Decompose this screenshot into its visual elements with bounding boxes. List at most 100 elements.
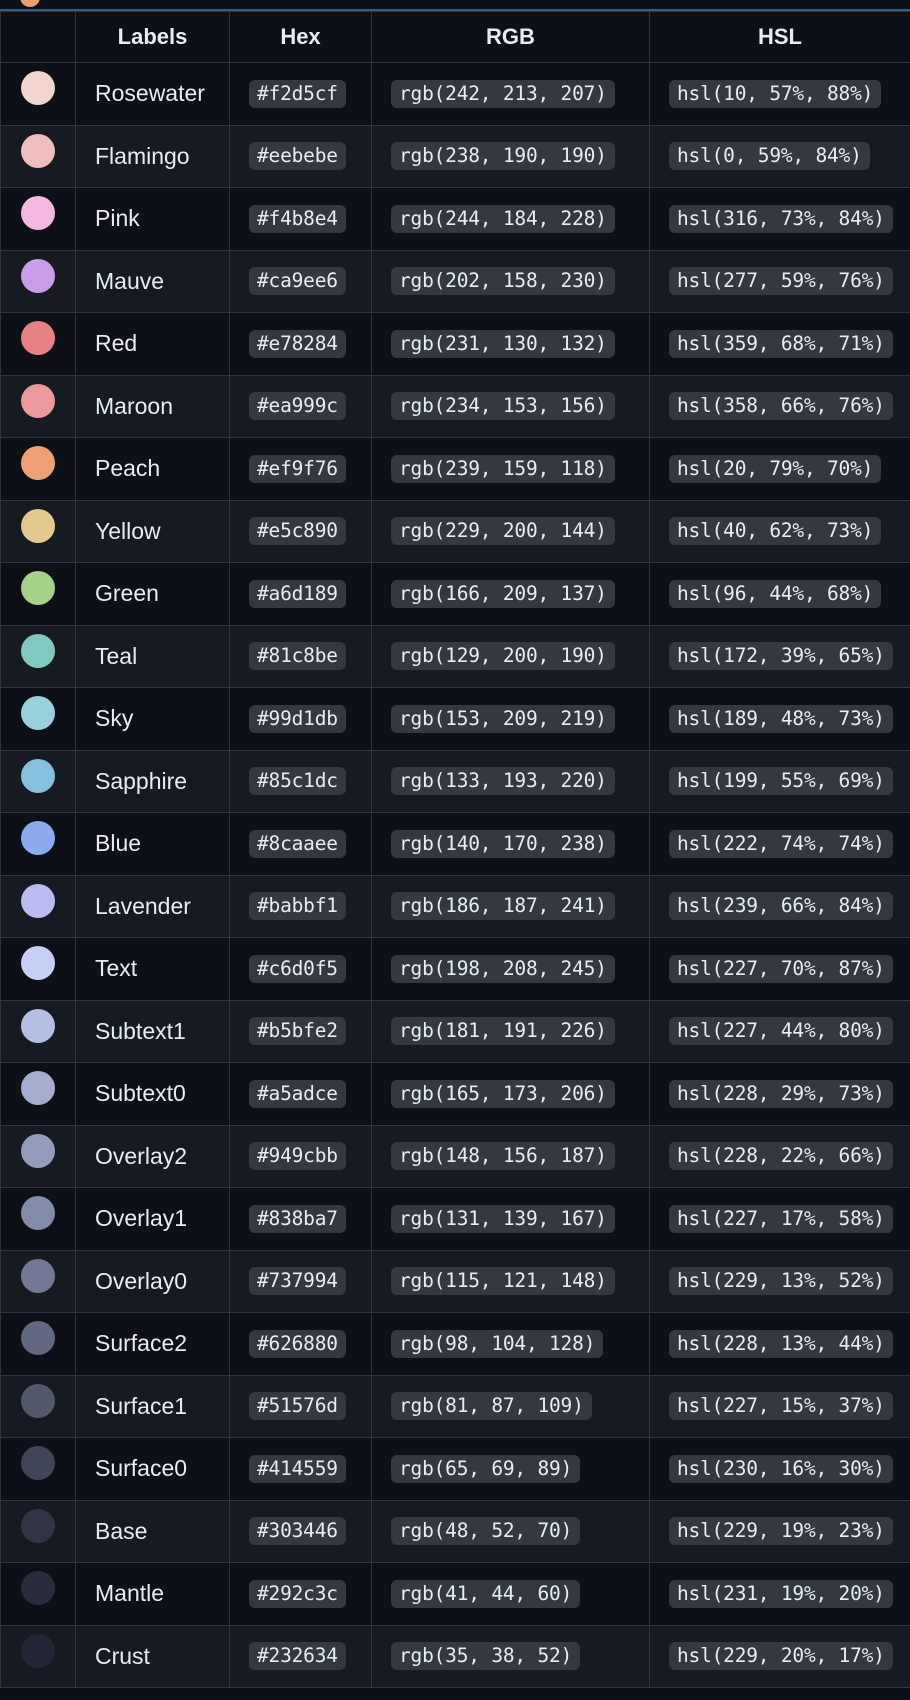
swatch-cell <box>0 687 76 751</box>
hsl-code: hsl(230, 16%, 30%) <box>669 1454 893 1483</box>
color-label: Green <box>75 562 230 626</box>
color-swatch-icon <box>21 383 55 418</box>
rgb-cell: rgb(239, 159, 118) <box>371 437 650 501</box>
rgb-cell: rgb(153, 209, 219) <box>371 687 650 751</box>
hsl-code: hsl(228, 29%, 73%) <box>669 1079 893 1108</box>
swatch-cell <box>0 999 76 1063</box>
hsl-cell: hsl(20, 79%, 70%) <box>649 437 910 501</box>
swatch-cell <box>0 562 76 626</box>
hsl-cell: hsl(231, 19%, 20%) <box>649 1562 910 1626</box>
rgb-code: rgb(129, 200, 190) <box>391 642 615 671</box>
hsl-cell: hsl(227, 70%, 87%) <box>649 937 910 1001</box>
hex-cell: #c6d0f5 <box>229 937 372 1001</box>
hsl-cell: hsl(229, 20%, 17%) <box>649 1624 910 1688</box>
swatch-cell <box>0 749 76 813</box>
hex-code: #a5adce <box>249 1079 346 1108</box>
color-swatch-icon <box>21 1633 55 1668</box>
color-swatch-icon <box>21 758 55 793</box>
swatch-cell <box>0 937 76 1001</box>
color-swatch-icon <box>21 1196 55 1231</box>
table-row: Base #303446 rgb(48, 52, 70) hsl(229, 19%, … <box>0 1499 910 1563</box>
hex-code: #f2d5cf <box>249 79 346 108</box>
hsl-code: hsl(228, 22%, 66%) <box>669 1142 893 1171</box>
hex-cell: #ca9ee6 <box>229 249 372 313</box>
color-swatch-icon <box>21 446 55 481</box>
hex-cell: #292c3c <box>229 1562 372 1626</box>
hsl-code: hsl(358, 66%, 76%) <box>669 392 893 421</box>
rgb-code: rgb(65, 69, 89) <box>391 1454 581 1483</box>
hex-cell: #f4b8e4 <box>229 187 372 251</box>
rgb-code: rgb(148, 156, 187) <box>391 1142 615 1171</box>
color-label: Pink <box>75 187 230 251</box>
hex-code: #f4b8e4 <box>249 204 346 233</box>
rgb-cell: rgb(48, 52, 70) <box>371 1499 650 1563</box>
swatch-cell <box>0 312 76 376</box>
swatch-cell <box>0 499 76 563</box>
swatch-cell <box>0 1312 76 1376</box>
rgb-cell: rgb(202, 158, 230) <box>371 249 650 313</box>
hsl-cell: hsl(229, 19%, 23%) <box>649 1499 910 1563</box>
hex-cell: #51576d <box>229 1374 372 1438</box>
hsl-cell: hsl(359, 68%, 71%) <box>649 312 910 376</box>
swatch-cell <box>0 1624 76 1688</box>
rgb-code: rgb(202, 158, 230) <box>391 267 615 296</box>
rgb-code: rgb(239, 159, 118) <box>391 454 615 483</box>
hex-cell: #99d1db <box>229 687 372 751</box>
rgb-code: rgb(231, 130, 132) <box>391 329 615 358</box>
hex-cell: #85c1dc <box>229 749 372 813</box>
table-body: Rosewater #f2d5cf rgb(242, 213, 207) hsl(10… <box>0 62 910 1688</box>
color-label: Crust <box>75 1624 230 1688</box>
rgb-code: rgb(181, 191, 226) <box>391 1017 615 1046</box>
rgb-code: rgb(166, 209, 137) <box>391 579 615 608</box>
color-label: Subtext1 <box>75 999 230 1063</box>
rgb-code: rgb(234, 153, 156) <box>391 392 615 421</box>
rgb-code: rgb(81, 87, 109) <box>391 1392 592 1421</box>
hsl-cell: hsl(227, 44%, 80%) <box>649 999 910 1063</box>
color-label: Rosewater <box>75 62 230 126</box>
rgb-code: rgb(186, 187, 241) <box>391 892 615 921</box>
rgb-code: rgb(153, 209, 219) <box>391 704 615 733</box>
hex-cell: #303446 <box>229 1499 372 1563</box>
hsl-cell: hsl(40, 62%, 73%) <box>649 499 910 563</box>
swatch-cell <box>0 812 76 876</box>
hsl-code: hsl(10, 57%, 88%) <box>669 79 882 108</box>
hex-cell: #e5c890 <box>229 499 372 563</box>
color-label: Overlay1 <box>75 1187 230 1251</box>
rgb-cell: rgb(234, 153, 156) <box>371 374 650 438</box>
previous-section-edge <box>0 0 910 11</box>
color-label: Overlay0 <box>75 1249 230 1313</box>
table-row: Teal #81c8be rgb(129, 200, 190) hsl(172, 39… <box>0 624 910 688</box>
rgb-cell: rgb(98, 104, 128) <box>371 1312 650 1376</box>
hsl-code: hsl(228, 13%, 44%) <box>669 1329 893 1358</box>
color-swatch-icon <box>21 1258 55 1293</box>
hsl-code: hsl(199, 55%, 69%) <box>669 767 893 796</box>
rgb-cell: rgb(181, 191, 226) <box>371 999 650 1063</box>
hex-code: #eebebe <box>249 142 346 171</box>
hex-code: #ca9ee6 <box>249 267 346 296</box>
hex-cell: #babbf1 <box>229 874 372 938</box>
hsl-code: hsl(231, 19%, 20%) <box>669 1579 893 1608</box>
color-label: Red <box>75 312 230 376</box>
rgb-cell: rgb(41, 44, 60) <box>371 1562 650 1626</box>
hsl-cell: hsl(358, 66%, 76%) <box>649 374 910 438</box>
color-label: Base <box>75 1499 230 1563</box>
header-hex: Hex <box>229 11 372 63</box>
hsl-code: hsl(172, 39%, 65%) <box>669 642 893 671</box>
hex-cell: #e78284 <box>229 312 372 376</box>
hsl-cell: hsl(227, 15%, 37%) <box>649 1374 910 1438</box>
table-row: Green #a6d189 rgb(166, 209, 137) hsl(96, 44… <box>0 562 910 626</box>
table-row: Rosewater #f2d5cf rgb(242, 213, 207) hsl(10… <box>0 62 910 126</box>
table-row: Text #c6d0f5 rgb(198, 208, 245) hsl(227, 70… <box>0 937 910 1001</box>
color-swatch-icon <box>21 196 55 231</box>
hsl-cell: hsl(316, 73%, 84%) <box>649 187 910 251</box>
hex-code: #737994 <box>249 1267 346 1296</box>
hsl-code: hsl(227, 70%, 87%) <box>669 954 893 983</box>
hex-code: #e5c890 <box>249 517 346 546</box>
color-label: Maroon <box>75 374 230 438</box>
swatch-cell <box>0 1499 76 1563</box>
color-swatch-icon <box>21 321 55 356</box>
hex-cell: #a5adce <box>229 1062 372 1126</box>
hsl-code: hsl(227, 44%, 80%) <box>669 1017 893 1046</box>
color-swatch-icon <box>21 1383 55 1418</box>
table-row: Pink #f4b8e4 rgb(244, 184, 228) hsl(316, 73… <box>0 187 910 251</box>
